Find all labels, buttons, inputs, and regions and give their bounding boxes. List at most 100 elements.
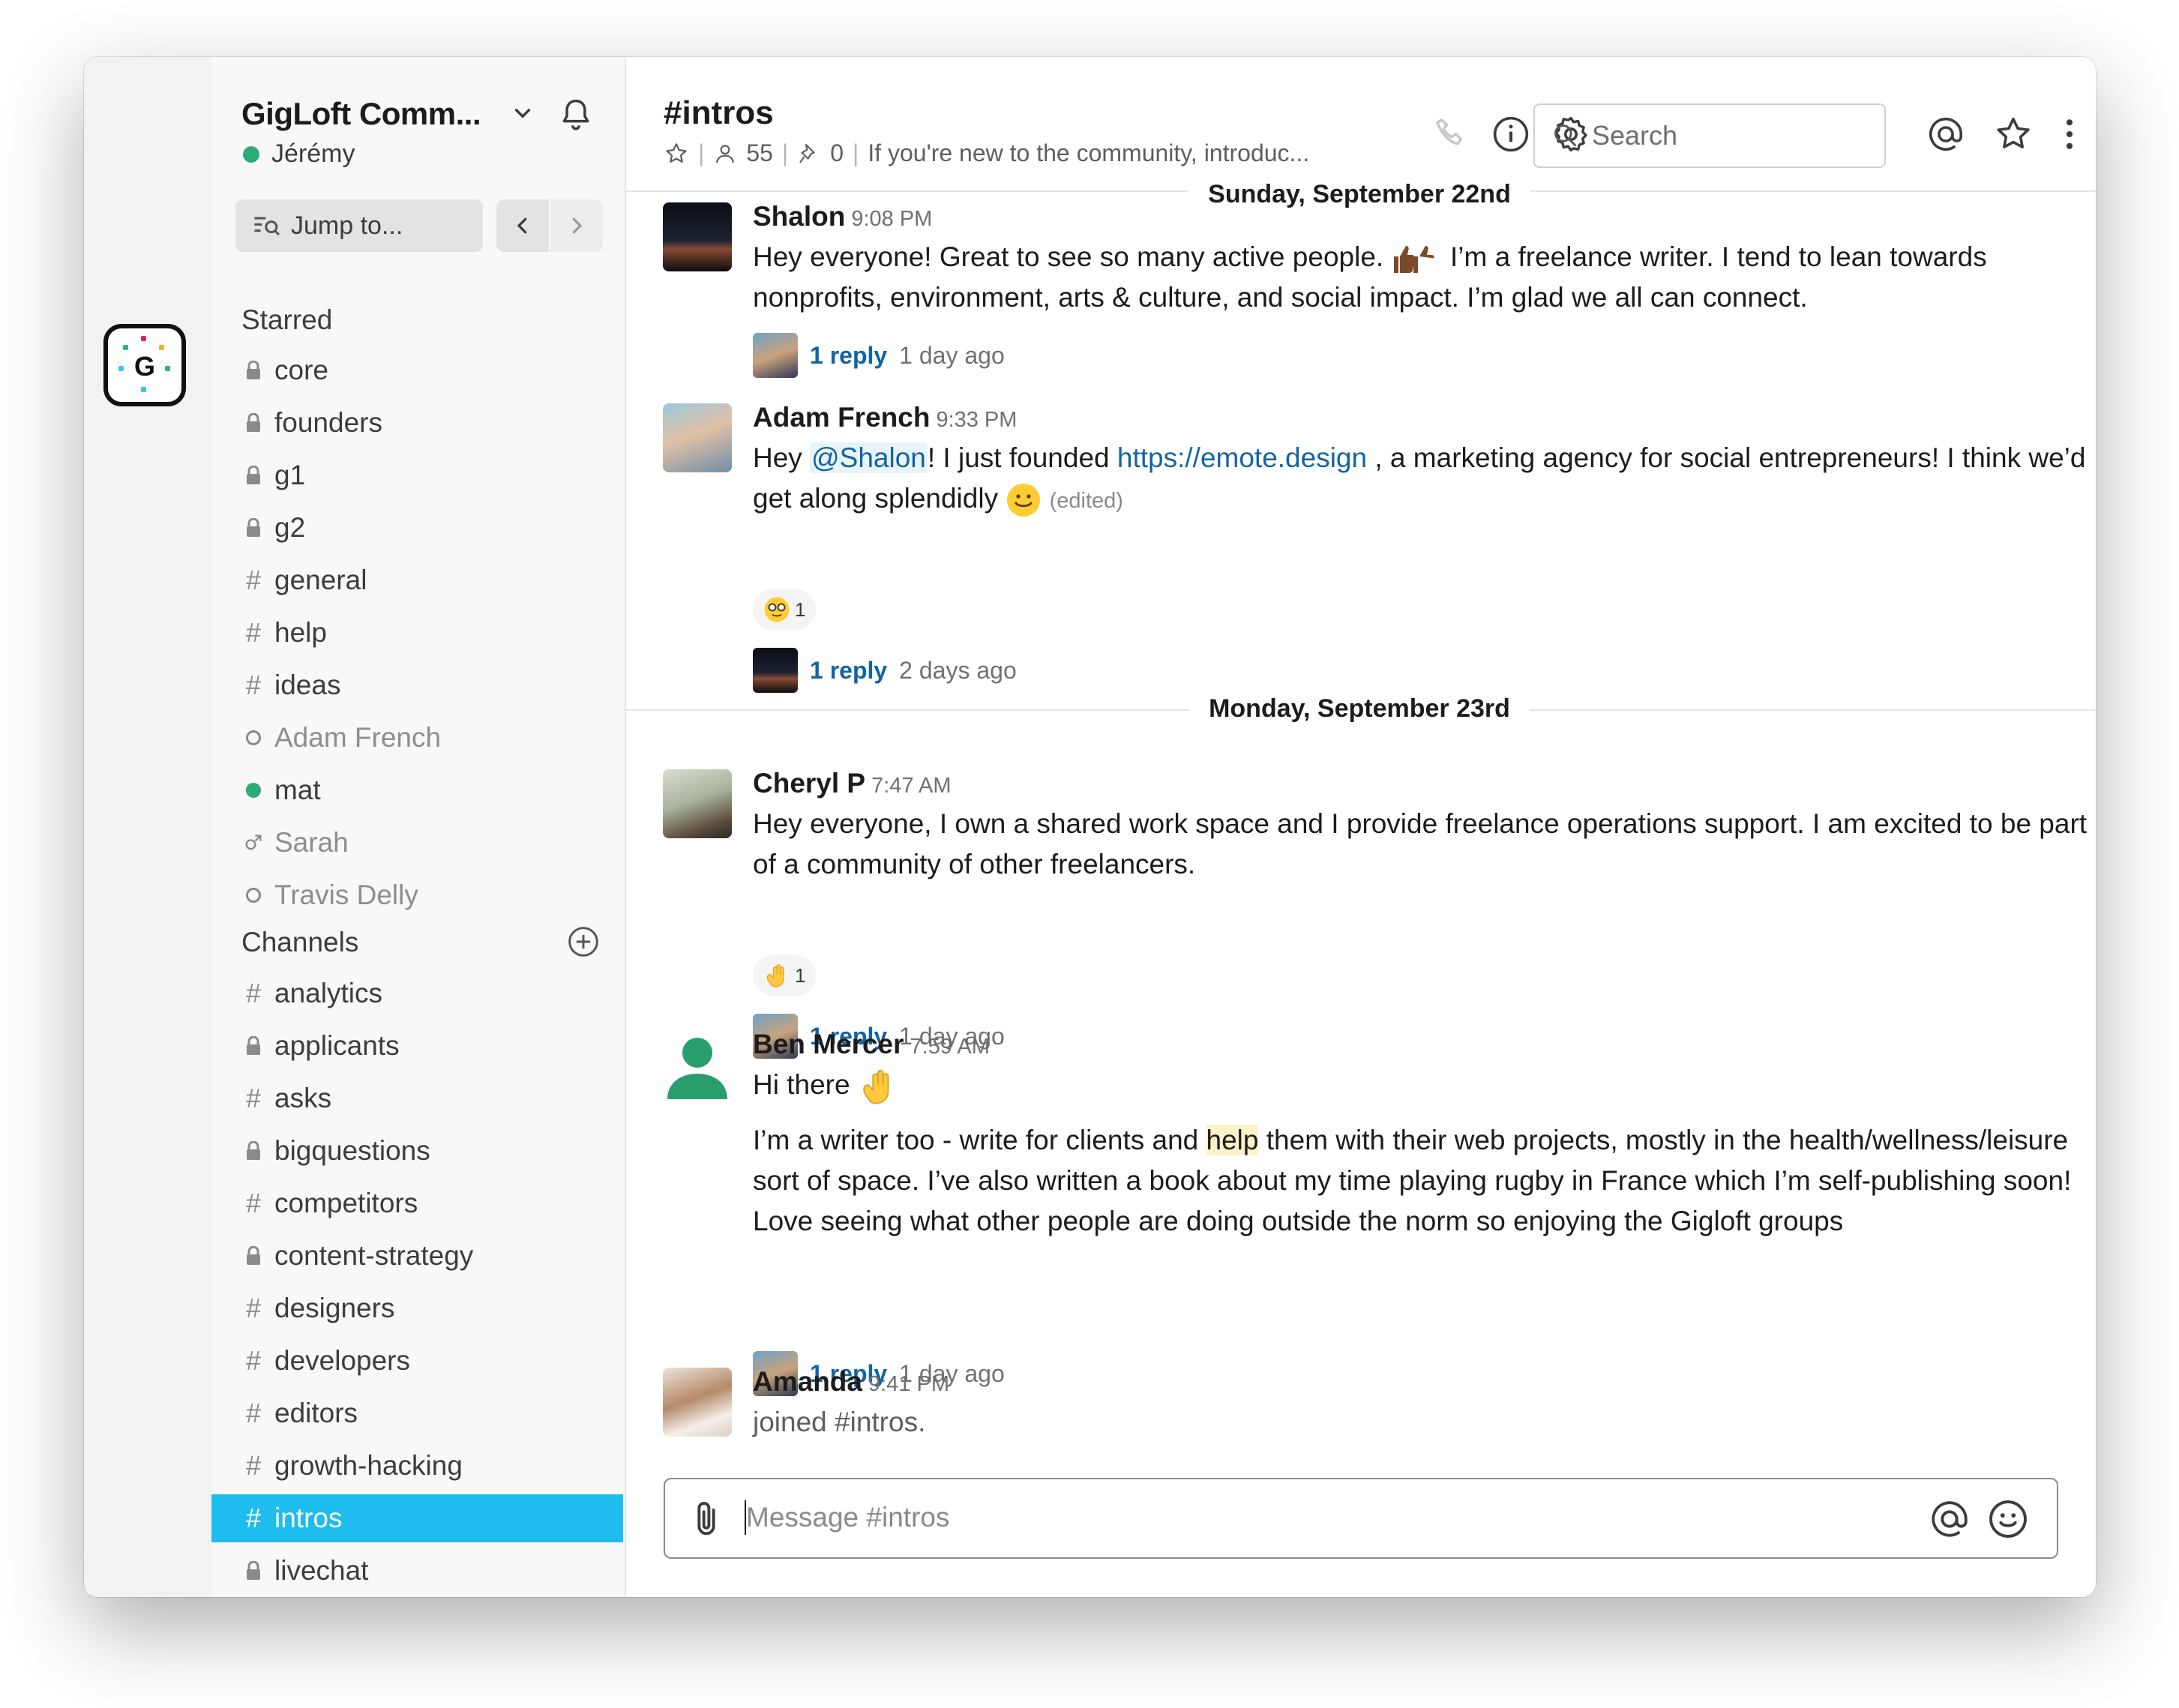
channel-topic[interactable]: If you're new to the community, introduc… — [868, 139, 1309, 167]
logo-dot — [159, 345, 164, 350]
add-channel-icon[interactable] — [567, 925, 600, 958]
message-author[interactable]: Amanda 9:41 PM — [753, 1366, 949, 1398]
info-icon[interactable] — [1491, 114, 1531, 154]
sidebar-item-general[interactable]: # general — [211, 556, 623, 604]
sidebar-item-intros[interactable]: # intros — [211, 1494, 623, 1542]
message-time[interactable]: 7:59 AM — [910, 1035, 990, 1059]
avatar[interactable] — [663, 403, 732, 472]
sidebar-item-label: developers — [274, 1345, 411, 1376]
sidebar-item-analytics[interactable]: # analytics — [211, 969, 623, 1017]
author-name[interactable]: Shalon — [753, 201, 845, 232]
sidebar-item-livechat[interactable]: livechat — [211, 1547, 623, 1595]
message-author[interactable]: Shalon 9:08 PM — [753, 201, 932, 232]
date-divider-label[interactable]: Sunday, September 22nd — [1188, 180, 1530, 209]
hash-icon: # — [245, 1188, 262, 1218]
message-time[interactable]: 9:41 PM — [868, 1372, 949, 1396]
reply-link[interactable]: 1 reply — [810, 657, 887, 685]
composer-placeholder: Message #intros — [746, 1502, 950, 1533]
hash-icon: # — [245, 670, 262, 700]
message-time[interactable]: 7:47 AM — [871, 774, 951, 798]
at-icon[interactable] — [1926, 114, 1966, 154]
message-author[interactable]: Cheryl P 7:47 AM — [753, 768, 952, 799]
search-box[interactable]: Search — [1533, 103, 1886, 168]
message-time[interactable]: 9:33 PM — [936, 408, 1017, 432]
reaction-count: 1 — [795, 598, 806, 621]
message-text: joined #intros. — [753, 1407, 926, 1437]
sidebar-item-g2[interactable]: g2 — [211, 504, 623, 552]
message-author[interactable]: Adam French 9:33 PM — [753, 402, 1017, 433]
sidebar-item-travis-delly[interactable]: Travis Delly — [211, 871, 623, 919]
workspace-name[interactable]: GigLoft Comm... — [241, 96, 481, 132]
mention-at-icon[interactable] — [1928, 1497, 1971, 1541]
sidebar-item-adam-french[interactable]: Adam French — [211, 714, 623, 762]
current-user[interactable]: Jérémy — [243, 139, 355, 169]
sidebar-item-label: editors — [274, 1398, 358, 1428]
members-icon[interactable] — [713, 142, 737, 166]
pin-icon[interactable] — [797, 142, 821, 166]
thumbs-up-emoji-icon — [1394, 246, 1435, 274]
message-composer[interactable]: Message #intros — [664, 1478, 2058, 1559]
reply-time: 1 day ago — [899, 341, 1005, 369]
avatar[interactable] — [663, 1368, 732, 1437]
reaction-count: 1 — [795, 963, 806, 987]
member-count[interactable]: 55 — [746, 139, 773, 167]
workspace-switcher-icon[interactable]: G — [103, 324, 186, 406]
sidebar-item-founders[interactable]: founders — [211, 399, 623, 447]
pin-count[interactable]: 0 — [830, 139, 844, 167]
emoji-icon[interactable] — [1986, 1497, 2030, 1541]
more-icon[interactable] — [2049, 114, 2090, 154]
sidebar-item-ideas[interactable]: # ideas — [211, 661, 623, 709]
history-back-button[interactable] — [496, 199, 549, 252]
sidebar-item-label: analytics — [274, 978, 382, 1008]
lock-icon — [241, 466, 265, 485]
sidebar-item-designers[interactable]: # designers — [211, 1284, 623, 1332]
chevron-down-icon[interactable] — [510, 100, 535, 126]
sidebar-item-developers[interactable]: # developers — [211, 1337, 623, 1385]
date-divider-label[interactable]: Monday, September 23rd — [1189, 694, 1530, 724]
starred-heading[interactable]: Starred — [241, 304, 332, 336]
author-name[interactable]: Ben Mercer — [753, 1029, 904, 1059]
message-link[interactable]: https://emote.design — [1117, 442, 1367, 473]
sidebar-item-competitors[interactable]: # competitors — [211, 1179, 623, 1227]
history-forward-button[interactable] — [550, 199, 603, 252]
meta-separator: | — [853, 139, 859, 166]
thread-summary[interactable]: 1 reply 2 days ago — [753, 648, 1017, 693]
author-name[interactable]: Adam French — [753, 402, 930, 433]
sidebar-item-sarah[interactable]: Sarah — [211, 819, 623, 867]
reaction-pill[interactable]: 1 — [753, 955, 817, 996]
star-icon[interactable] — [1993, 114, 2034, 154]
user-mention[interactable]: @Shalon — [810, 442, 928, 473]
star-outline-icon[interactable] — [664, 141, 689, 166]
bell-icon[interactable] — [556, 96, 595, 135]
presence-away-icon — [241, 730, 265, 745]
author-name[interactable]: Amanda — [753, 1366, 862, 1397]
sidebar-item-label: mat — [274, 775, 321, 805]
jump-label: Jump to... — [291, 211, 403, 240]
thread-summary[interactable]: 1 reply 1 day ago — [753, 333, 1005, 378]
sidebar-item-bigquestions[interactable]: bigquestions — [211, 1127, 623, 1175]
avatar[interactable] — [663, 202, 732, 271]
author-name[interactable]: Cheryl P — [753, 768, 865, 799]
reply-link[interactable]: 1 reply — [810, 342, 887, 370]
sidebar-item-label: content-strategy — [274, 1240, 474, 1271]
sidebar-item-help[interactable]: # help — [211, 609, 623, 657]
sidebar-item-asks[interactable]: # asks — [211, 1074, 623, 1122]
channel-title[interactable]: #intros — [664, 94, 774, 132]
lock-icon — [241, 518, 265, 538]
sidebar-item-editors[interactable]: # editors — [211, 1389, 623, 1437]
sidebar-item-mat[interactable]: mat — [211, 766, 623, 814]
phone-icon[interactable] — [1431, 114, 1471, 154]
avatar[interactable] — [663, 769, 732, 838]
channels-heading[interactable]: Channels — [241, 927, 358, 958]
sidebar-item-growth-hacking[interactable]: # growth-hacking — [211, 1442, 623, 1490]
reaction-pill[interactable]: 1 — [753, 589, 817, 630]
jump-to-button[interactable]: Jump to... — [235, 199, 483, 252]
paperclip-icon[interactable] — [685, 1497, 728, 1541]
sidebar-item-core[interactable]: core — [211, 346, 623, 394]
sidebar-item-applicants[interactable]: applicants — [211, 1022, 623, 1070]
message-author[interactable]: Ben Mercer 7:59 AM — [753, 1029, 990, 1060]
sidebar-item-g1[interactable]: g1 — [211, 451, 623, 499]
message-time[interactable]: 9:08 PM — [851, 207, 932, 231]
avatar[interactable] — [663, 1030, 732, 1099]
sidebar-item-content-strategy[interactable]: content-strategy — [211, 1232, 623, 1280]
